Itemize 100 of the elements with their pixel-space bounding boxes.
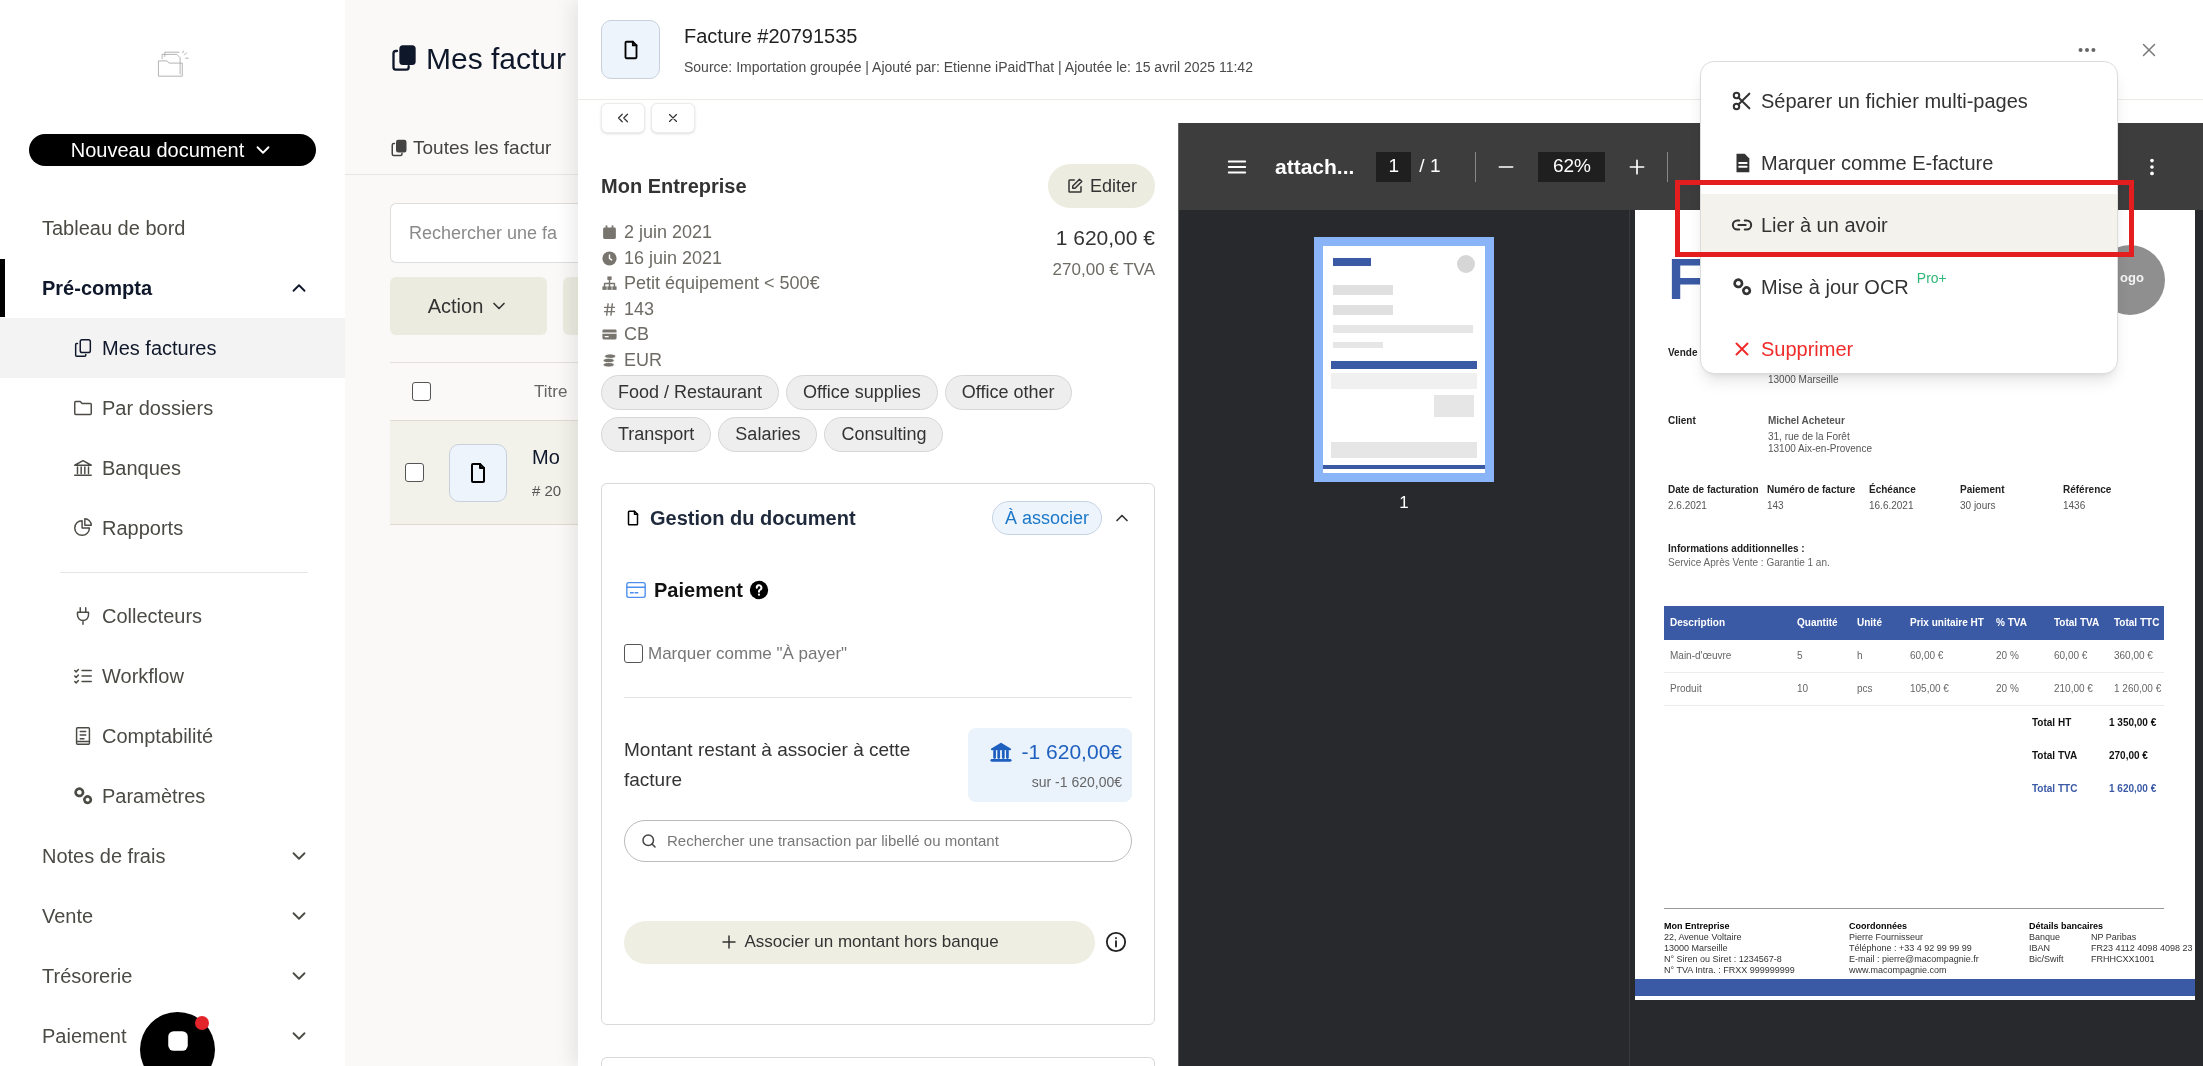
nav-item[interactable]: Paramètres <box>0 766 345 826</box>
action-button[interactable]: Action <box>390 277 547 335</box>
search-field[interactable]: Rechercher une transaction par libellé ou montant <box>624 819 1132 862</box>
document-title: F <box>1668 250 1704 308</box>
checkbox[interactable] <box>624 644 643 664</box>
table-cell-text: 105,00 € <box>1909 683 1950 695</box>
checkbox-label: Marquer comme "À payer" <box>648 643 848 665</box>
column-header: Unité <box>1856 617 1883 629</box>
source-text: Source: Importation groupée | Ajouté par: Etienne iPaidThat | Ajoutée le: 15 avril 2025 11:42 <box>684 58 1253 77</box>
page-count: / 1 <box>1419 154 1441 179</box>
footer-line: 22, Avenue Voltaire <box>1664 932 1742 943</box>
zoom-field[interactable]: 62% <box>1538 151 1606 182</box>
menu-item[interactable]: Supprimer <box>1701 318 2117 373</box>
field-value: 16.6.2021 <box>1869 500 1914 512</box>
column-header: Description <box>1669 617 1726 629</box>
table-cell-text: 360,00 € <box>2113 650 2154 662</box>
new-document-button[interactable]: Nouveau document <box>29 134 316 166</box>
nav-item[interactable]: Paiement <box>0 1006 345 1066</box>
column-header: Titre <box>534 380 568 403</box>
edit-icon <box>1065 177 1084 195</box>
address-line: 31, rue de la Forêt <box>1768 431 1850 443</box>
nav-item[interactable]: Trésorerie <box>0 946 345 1006</box>
tag: Office supplies <box>786 375 938 410</box>
field-value: 2.6.2021 <box>1668 500 1707 512</box>
subsection-title: Paiement <box>654 578 743 603</box>
footer-label: Banque <box>2029 932 2061 943</box>
tab[interactable]: Toutes les factur <box>413 133 552 163</box>
close-icon <box>666 111 680 125</box>
column-header: % TVA <box>1995 617 2028 629</box>
nav-item[interactable]: Rapports <box>0 498 345 558</box>
documents-icon <box>72 337 94 359</box>
table-cell-text: 210,00 € <box>2053 683 2094 695</box>
nav-item[interactable]: Notes de frais <box>0 826 345 886</box>
footer-title: Coordonnées <box>1849 921 1907 932</box>
detail-text: Petit équipement < 500€ <box>624 272 820 296</box>
total-value: 1 350,00 € <box>2109 716 2158 729</box>
help-icon <box>748 580 769 600</box>
plus-icon <box>720 933 739 951</box>
chat-button[interactable] <box>140 1012 215 1066</box>
search-field[interactable]: Rechercher une fa <box>390 203 578 263</box>
tag: Salaries <box>718 417 818 452</box>
nav-item[interactable]: Mes factures <box>0 318 345 378</box>
field-label: Informations additionnelles : <box>1668 542 1805 556</box>
footer-title: Détails bancaires <box>2029 921 2104 932</box>
field-value: 30 jours <box>1960 500 1996 512</box>
nav-item[interactable]: Collecteurs <box>0 586 345 646</box>
page-number-field[interactable]: 1 <box>1376 151 1412 182</box>
nav-item[interactable]: Tableau de bord <box>0 198 345 258</box>
field-label: Date de facturation <box>1668 484 1759 496</box>
detail-text: CB <box>624 323 649 347</box>
file-name: attach... <box>1275 153 1355 180</box>
field-value: 1436 <box>2063 500 2086 512</box>
footer-title: Mon Entreprise <box>1664 921 1730 932</box>
footer-value: NP Paribas <box>2091 932 2137 943</box>
info-icon[interactable] <box>1105 931 1127 953</box>
info-text: Service Après Vente : Garantie 1 an. <box>1668 556 1830 570</box>
table-cell-text: 60,00 € <box>2053 650 2089 662</box>
status-badge: À associer <box>991 501 1102 535</box>
nav-item[interactable]: Comptabilité <box>0 706 345 766</box>
documents-icon <box>390 138 408 158</box>
coins-icon <box>601 351 618 369</box>
detail-text: 2 juin 2021 <box>624 221 713 245</box>
total-label: Total TVA <box>2031 749 2079 762</box>
menu-item[interactable]: Mise à jour OCR Pro+ <box>1701 256 2117 318</box>
total-label: Total TTC <box>2031 782 2079 795</box>
nav-item[interactable]: Workflow <box>0 646 345 706</box>
detail-text: 16 juin 2021 <box>624 246 723 270</box>
add-amount-button[interactable]: Associer un montant hors banque <box>624 920 1095 964</box>
address-line: Michel Acheteur <box>1768 415 1845 427</box>
footer-label: Bic/Swift <box>2029 954 2064 965</box>
total-amount: 1 620,00 € <box>1055 225 1155 251</box>
menu-item[interactable]: Séparer un fichier multi-pages <box>1701 70 2117 132</box>
nav-item[interactable]: Par dossiers <box>0 378 345 438</box>
checkbox[interactable] <box>405 463 424 482</box>
gears-icon <box>72 785 94 807</box>
nav-item[interactable]: Pré-compta <box>0 258 345 318</box>
menu-item[interactable]: Marquer comme E-facture <box>1701 132 2117 194</box>
column-header: Prix unitaire HT <box>1909 617 1985 629</box>
scissors-icon <box>1731 90 1753 112</box>
nav-item[interactable]: Vente <box>0 886 345 946</box>
field-label: Client <box>1668 415 1696 428</box>
footer-line: Pierre Fournisseur <box>1849 932 1924 943</box>
nav-item[interactable]: Banques <box>0 438 345 498</box>
active-indicator <box>0 259 5 317</box>
remaining-label: Montant restant à associer à cette facture <box>624 737 912 792</box>
hash-icon <box>601 300 618 318</box>
column-header: Quantité <box>1796 617 1839 629</box>
checkbox[interactable] <box>412 382 431 401</box>
table-cell-text: 20 % <box>1995 650 2020 662</box>
detail-text: 143 <box>624 297 655 321</box>
page-title: Mes factur <box>426 40 567 77</box>
field-label: Numéro de facture <box>1767 484 1856 496</box>
address-line: 13100 Aix-en-Provence <box>1768 443 1872 455</box>
collapse-button[interactable] <box>601 103 645 133</box>
table-cell-text: pcs <box>1856 683 1874 695</box>
page-thumbnail[interactable] <box>1314 237 1494 482</box>
edit-button[interactable]: Editer <box>1047 164 1155 208</box>
column-header: Total TTC <box>2113 617 2161 629</box>
logo-text: ogo <box>2120 272 2144 284</box>
table-cell-text: 60,00 € <box>1909 650 1945 662</box>
